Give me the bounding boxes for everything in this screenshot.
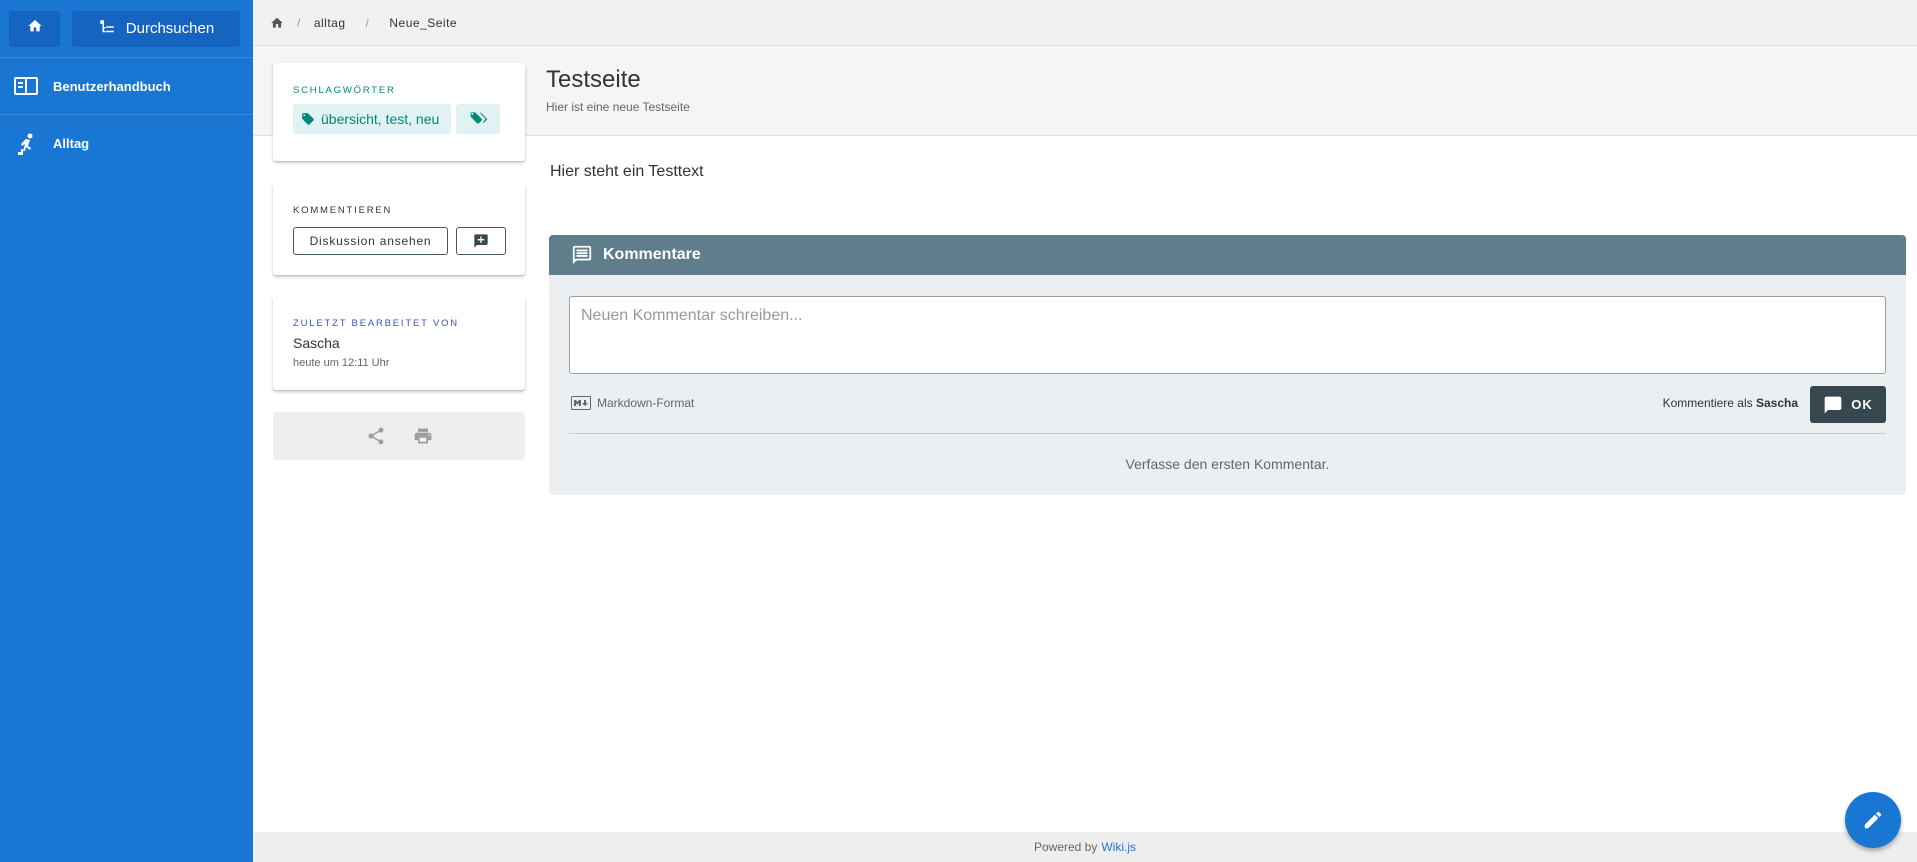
footer-wikijs-link[interactable]: Wiki.js [1101, 840, 1136, 854]
footer-powered-by: Powered by [1033, 840, 1098, 854]
last-edited-time: heute um 12:11 Uhr [293, 357, 390, 369]
sidebar-item-label: Benutzerhandbuch [53, 78, 171, 94]
pencil-icon [1862, 809, 1884, 831]
page-subtitle: Hier ist eine neue Testseite [546, 100, 690, 114]
breadcrumb-home-icon[interactable] [270, 16, 284, 30]
submit-comment-label: OK [1851, 397, 1873, 412]
edit-page-button[interactable] [1845, 792, 1901, 848]
comment-card: Kommentieren Diskussion ansehen [273, 183, 525, 275]
page-content-text: Hier steht ein Testtext [550, 163, 704, 180]
share-icon[interactable] [366, 426, 386, 446]
browse-label: Durchsuchen [125, 20, 215, 37]
comments-divider [569, 433, 1886, 434]
tag-chip[interactable]: übersicht, test, neu [293, 104, 452, 134]
comment-as-info: Kommentiere als Sascha [1663, 396, 1798, 410]
markdown-format-hint: Markdown-Format [571, 396, 694, 410]
sidebar-top-bar: Durchsuchen [0, 0, 253, 58]
tag-icon [301, 112, 315, 126]
browse-tags-button[interactable] [456, 104, 501, 134]
last-edited-label: Zuletzt bearbeitet von [293, 318, 459, 329]
comments-header: Kommentare [549, 235, 1906, 275]
comment-as-user: Sascha [1755, 396, 1798, 410]
footer: Powered by Wiki.js [253, 832, 1917, 862]
comments-panel: Kommentare Markdown-Format Kommentiere a… [549, 235, 1906, 495]
breadcrumb-item[interactable]: alltag [314, 16, 346, 30]
page-actions-bar [273, 412, 525, 460]
tags-icon [469, 111, 488, 127]
comments-header-label: Kommentare [603, 246, 701, 263]
breadcrumb-separator: / [297, 15, 301, 30]
page-title: Testseite [546, 66, 641, 93]
comment-input[interactable] [581, 307, 1874, 363]
home-icon [27, 18, 43, 39]
sidebar-item-label: Alltag [53, 136, 90, 151]
sidebar-item-alltag[interactable]: Alltag [0, 115, 253, 172]
comment-as-prefix: Kommentiere als [1662, 396, 1756, 410]
view-discussion-button[interactable]: Diskussion ansehen [293, 227, 448, 255]
book-open-icon [13, 74, 38, 99]
last-edited-card: Zuletzt bearbeitet von Sascha heute um 1… [273, 296, 525, 390]
submit-comment-button[interactable]: OK [1810, 386, 1886, 423]
sitemap-icon [98, 18, 116, 40]
comment-icon [1823, 395, 1843, 415]
stairs-person-icon [13, 131, 38, 156]
comment-input-wrapper [569, 296, 1886, 374]
print-icon[interactable] [413, 426, 433, 446]
empty-comments-message: Verfasse den ersten Kommentar. [1125, 456, 1330, 472]
comment-plus-icon [473, 233, 489, 249]
tags-card-label: Schlagwörter [293, 85, 396, 96]
breadcrumb-separator: / [365, 15, 370, 30]
tags-card: Schlagwörter übersicht, test, neu [273, 63, 525, 161]
markdown-format-label: Markdown-Format [597, 396, 695, 410]
sidebar-item-benutzerhandbuch[interactable]: Benutzerhandbuch [0, 58, 253, 115]
browse-button[interactable]: Durchsuchen [72, 10, 240, 47]
sidebar: Durchsuchen Benutzerhandbuch Alltag [0, 0, 253, 862]
tag-chip-label: übersicht, test, neu [321, 111, 440, 127]
breadcrumb: / alltag / Neue_Seite [253, 0, 1917, 46]
comment-text-icon [571, 244, 593, 266]
add-comment-button[interactable] [456, 227, 506, 255]
comment-card-label: Kommentieren [293, 205, 393, 216]
markdown-icon [571, 396, 591, 410]
breadcrumb-item[interactable]: Neue_Seite [389, 16, 457, 30]
home-button[interactable] [9, 10, 60, 47]
last-edited-author: Sascha [293, 335, 340, 351]
